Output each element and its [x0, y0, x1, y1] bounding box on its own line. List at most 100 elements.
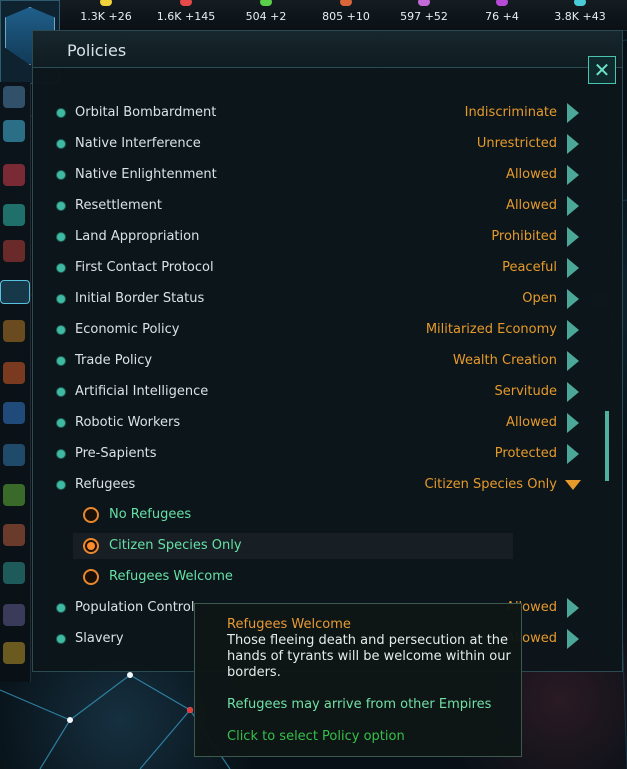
sidebar-situations-icon[interactable] — [3, 524, 25, 546]
panel-header: Policies — [33, 31, 622, 68]
refugee-option-citizen-species-only[interactable]: Citizen Species Only — [73, 533, 513, 559]
expand-arrow-icon[interactable] — [567, 320, 579, 340]
expand-arrow-icon[interactable] — [567, 444, 579, 464]
scrollbar[interactable] — [605, 101, 611, 661]
sidebar-factions-icon[interactable] — [3, 362, 25, 384]
policy-row-first-contact-protocol[interactable]: First Contact Protocol Peaceful — [45, 254, 585, 282]
policy-name: Trade Policy — [75, 353, 153, 368]
policy-name: Resettlement — [75, 198, 163, 213]
tooltip-effect: Refugees may arrive from other Empires — [227, 697, 492, 712]
policy-name: Land Appropriation — [75, 229, 200, 244]
policy-value: Citizen Species Only — [424, 477, 557, 492]
collapse-arrow-icon[interactable] — [565, 480, 581, 490]
sidebar-military-icon[interactable] — [3, 164, 25, 186]
policy-list: Orbital Bombardment Indiscriminate Nativ… — [45, 97, 585, 657]
policy-row-economic-policy[interactable]: Economic Policy Militarized Economy — [45, 316, 585, 344]
policy-name: Economic Policy — [75, 322, 180, 337]
bullet-icon — [57, 357, 65, 365]
policy-row-initial-border-status[interactable]: Initial Border Status Open — [45, 285, 585, 313]
policy-row-trade-policy[interactable]: Trade Policy Wealth Creation — [45, 347, 585, 375]
tooltip-description: Those fleeing death and persecution at t… — [227, 633, 511, 680]
expand-arrow-icon[interactable] — [567, 227, 579, 247]
resource-consumer-goods-value: 805 +10 — [322, 10, 370, 23]
policy-row-orbital-bombardment[interactable]: Orbital Bombardment Indiscriminate — [45, 99, 585, 127]
resource-energy-value: 1.3K +26 — [80, 10, 132, 23]
policy-value: Peaceful — [502, 260, 557, 275]
resource-alloys[interactable]: 597 +52 — [384, 0, 464, 30]
policy-row-land-appropriation[interactable]: Land Appropriation Prohibited — [45, 223, 585, 251]
close-x-icon: ✕ — [593, 58, 611, 82]
policy-row-resettlement[interactable]: Resettlement Allowed — [45, 192, 585, 220]
resource-energy[interactable]: 1.3K +26 — [66, 0, 146, 30]
policy-row-pre-sapients[interactable]: Pre-Sapients Protected — [45, 440, 585, 468]
sidebar-contacts-icon[interactable] — [3, 240, 25, 262]
expand-arrow-icon[interactable] — [567, 598, 579, 618]
radio-button-selected[interactable] — [83, 538, 99, 554]
sidebar-market-icon[interactable] — [3, 562, 25, 584]
policies-panel: Policies ✕ Orbital Bombardment Indiscrim… — [32, 30, 623, 672]
expand-arrow-icon[interactable] — [567, 351, 579, 371]
expand-arrow-icon[interactable] — [567, 196, 579, 216]
resource-consumer-goods[interactable]: 805 +10 — [306, 0, 386, 30]
policy-value: Allowed — [506, 167, 557, 182]
energy-icon — [100, 0, 112, 6]
resource-unity[interactable]: 3.8K +43 — [540, 0, 620, 30]
tooltip-action-hint: Click to select Policy option — [227, 729, 405, 744]
policy-row-artificial-intelligence[interactable]: Artificial Intelligence Servitude — [45, 378, 585, 406]
expand-arrow-icon[interactable] — [567, 382, 579, 402]
resource-bar: 1.3K +26 1.6K +145 504 +2 805 +10 597 +5… — [0, 0, 627, 31]
radio-button[interactable] — [83, 569, 99, 585]
sidebar-ships-icon[interactable] — [3, 86, 25, 108]
tooltip-title: Refugees Welcome — [227, 617, 351, 632]
policy-name: Refugees — [75, 477, 136, 492]
policy-name: Native Enlightenment — [75, 167, 217, 182]
panel-title: Policies — [67, 41, 127, 60]
expand-arrow-icon[interactable] — [567, 165, 579, 185]
influence-icon — [496, 0, 508, 6]
bullet-icon — [57, 264, 65, 272]
expand-arrow-icon[interactable] — [567, 629, 579, 649]
policy-row-native-interference[interactable]: Native Interference Unrestricted — [45, 130, 585, 158]
expand-arrow-icon[interactable] — [567, 413, 579, 433]
policy-name: Slavery — [75, 631, 124, 646]
radio-button[interactable] — [83, 507, 99, 523]
scrollbar-thumb[interactable] — [605, 411, 609, 481]
bullet-icon — [57, 233, 65, 241]
policy-row-native-enlightenment[interactable]: Native Enlightenment Allowed — [45, 161, 585, 189]
expand-arrow-icon[interactable] — [567, 103, 579, 123]
sidebar-planets-icon[interactable] — [3, 120, 25, 142]
sidebar-fleet-icon[interactable] — [3, 444, 25, 466]
resource-unity-value: 3.8K +43 — [554, 10, 606, 23]
resource-food-value: 504 +2 — [245, 10, 287, 23]
bullet-icon — [57, 450, 65, 458]
refugee-option-refugees-welcome[interactable]: Refugees Welcome — [73, 564, 513, 590]
bullet-icon — [57, 604, 65, 612]
policy-row-refugees[interactable]: Refugees Citizen Species Only — [45, 471, 585, 499]
policy-row-robotic-workers[interactable]: Robotic Workers Allowed — [45, 409, 585, 437]
sidebar-policies-icon[interactable] — [0, 280, 30, 304]
option-label: Refugees Welcome — [109, 569, 233, 584]
resource-minerals[interactable]: 1.6K +145 — [146, 0, 226, 30]
refugee-option-no-refugees[interactable]: No Refugees — [73, 502, 513, 528]
food-icon — [260, 0, 272, 6]
bullet-icon — [57, 419, 65, 427]
resource-influence[interactable]: 76 +4 — [462, 0, 542, 30]
expand-arrow-icon[interactable] — [567, 258, 579, 278]
resource-food[interactable]: 504 +2 — [226, 0, 306, 30]
resource-influence-value: 76 +4 — [485, 10, 519, 23]
sidebar-leaders-icon[interactable] — [3, 642, 25, 664]
resource-minerals-value: 1.6K +145 — [156, 10, 216, 23]
bullet-icon — [57, 109, 65, 117]
sidebar-technology-icon[interactable] — [3, 402, 25, 424]
sidebar-species-icon[interactable] — [3, 204, 25, 226]
sidebar-edicts-icon[interactable] — [3, 320, 25, 342]
resource-alloys-value: 597 +52 — [400, 10, 448, 23]
policy-name: First Contact Protocol — [75, 260, 214, 275]
bullet-icon — [57, 295, 65, 303]
sidebar-genetics-icon[interactable] — [3, 604, 25, 626]
sidebar-traditions-icon[interactable] — [3, 484, 25, 506]
policy-name: Population Control — [75, 600, 195, 615]
close-button[interactable]: ✕ — [588, 56, 616, 84]
expand-arrow-icon[interactable] — [567, 289, 579, 309]
expand-arrow-icon[interactable] — [567, 134, 579, 154]
